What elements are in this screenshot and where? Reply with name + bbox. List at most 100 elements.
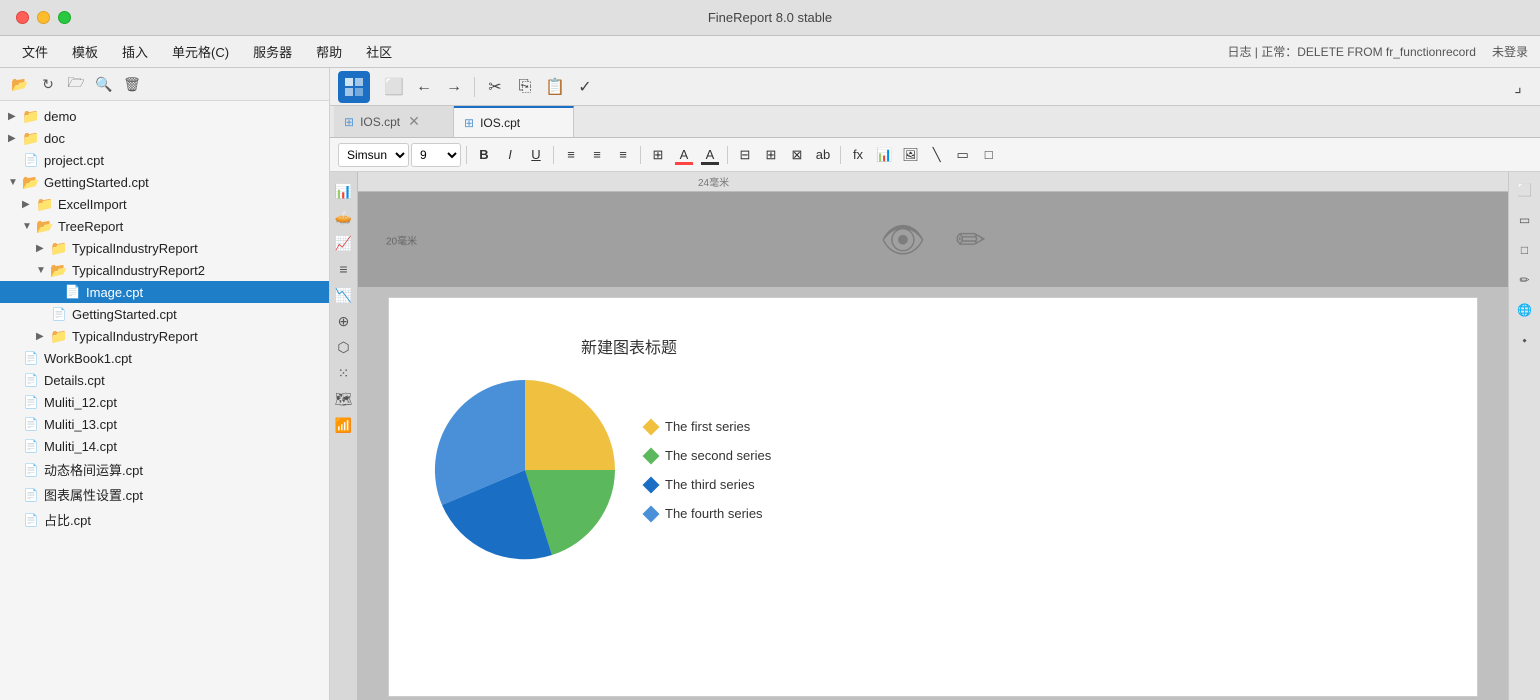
search-button[interactable]: 🔍 [92,72,116,96]
open-folder-button[interactable]: 📂 [8,72,32,96]
tree-item-excelimport[interactable]: ▶ 📁 ExcelImport [0,193,329,215]
border2-button[interactable]: ▭ [951,143,975,167]
align-right-button[interactable]: ≡ [611,143,635,167]
maximize-button[interactable] [58,11,71,24]
underline-button[interactable]: U [524,143,548,167]
back-button[interactable]: ← [410,73,438,101]
forward-button[interactable]: → [440,73,468,101]
map-chart-icon[interactable]: 🗺 [333,388,355,410]
right-panel-btn-4[interactable]: ✏ [1511,266,1539,294]
tab-ios1[interactable]: ⊞ IOS.cpt ✕ [334,106,454,137]
legend-item-second: The second series [645,448,771,463]
font-family-select[interactable]: Simsun [338,143,409,167]
tree-item-typical3[interactable]: ▶ 📁 TypicalIndustryReport [0,325,329,347]
bar-chart-icon[interactable]: 📊 [333,180,355,202]
tree-item-image-cpt[interactable]: 📄 Image.cpt [0,281,329,303]
dot-chart-icon[interactable]: ⁙ [333,362,355,384]
tree-label: Muliti_13.cpt [44,417,117,432]
align-center-button[interactable]: ≡ [585,143,609,167]
app-logo [338,71,370,103]
close-button[interactable] [16,11,29,24]
border-button[interactable]: ⊞ [646,143,670,167]
pie-chart-svg [425,370,625,570]
tree-item-typical2[interactable]: ▼ 📂 TypicalIndustryReport2 [0,259,329,281]
font-size-select[interactable]: 9 [411,143,461,167]
line-chart-icon[interactable]: ≡ [333,258,355,280]
menu-server[interactable]: 服务器 [243,38,302,65]
align-left-button[interactable]: ≡ [559,143,583,167]
cut-button[interactable]: ✂ [481,73,509,101]
format-paint-button[interactable]: ✓ [571,73,599,101]
wrap-button[interactable]: ab [811,143,835,167]
tree-item-muliti14[interactable]: 📄 Muliti_14.cpt [0,435,329,457]
scatter-chart-icon[interactable]: ⊕ [333,310,355,332]
copy-button[interactable]: ⎘ [511,73,539,101]
delete-button[interactable]: 🗑 [120,72,144,96]
tree-item-dynamic[interactable]: 📄 动态格间运算.cpt [0,457,329,482]
menubar-right: 日志 | 正常：DELETE FROM fr_functionrecord 未登… [1227,43,1528,60]
tree-item-muliti13[interactable]: 📄 Muliti_13.cpt [0,413,329,435]
tree-item-details[interactable]: 📄 Details.cpt [0,369,329,391]
corner-button[interactable]: ⌟ [1504,73,1532,101]
menu-help[interactable]: 帮助 [306,38,352,65]
tree-item-demo[interactable]: ▶ 📁 demo [0,105,329,127]
tab-ios2[interactable]: ⊞ IOS.cpt [454,106,574,137]
tree-label: Muliti_12.cpt [44,395,117,410]
minimize-button[interactable] [37,11,50,24]
tab-close-button[interactable]: ✕ [406,113,422,130]
tree-item-chartprop[interactable]: 📄 图表属性设置.cpt [0,482,329,507]
tree-item-doc[interactable]: ▶ 📁 doc [0,127,329,149]
bold-button[interactable]: B [472,143,496,167]
more-chart-icon[interactable]: 📶 [333,414,355,436]
tree-item-muliti12[interactable]: 📄 Muliti_12.cpt [0,391,329,413]
table2-button[interactable]: ⊞ [759,143,783,167]
window-controls[interactable] [16,11,71,24]
fill-color-button[interactable]: A [672,143,696,167]
tree-item-pie[interactable]: 📄 占比.cpt [0,507,329,532]
page-header-area: 👁 ✏ 20毫米 [358,192,1508,287]
right-panel-btn-2[interactable]: ▭ [1511,206,1539,234]
right-panel-btn-5[interactable]: 🌐 [1511,296,1539,324]
tree-item-workbook1[interactable]: 📄 WorkBook1.cpt [0,347,329,369]
canvas-scroll[interactable]: 👁 ✏ 20毫米 新建图表标题 [358,192,1508,700]
line-button[interactable]: ╲ [925,143,949,167]
font-color-button[interactable]: A [698,143,722,167]
pie-chart-icon[interactable]: 🥧 [333,206,355,228]
tree-label: project.cpt [44,153,104,168]
arrow-icon: ▼ [22,221,36,232]
right-panel-btn-6[interactable]: ⬩ [1511,326,1539,354]
menu-template[interactable]: 模板 [62,38,108,65]
italic-button[interactable]: I [498,143,522,167]
tree-item-gettingstarted[interactable]: ▼ 📂 GettingStarted.cpt [0,171,329,193]
tree-item-treereport[interactable]: ▼ 📂 TreeReport [0,215,329,237]
tree-item-project[interactable]: 📄 project.cpt [0,149,329,171]
tree-label: TreeReport [58,219,123,234]
image-button[interactable]: 🖼 [898,143,923,167]
paste-button[interactable]: 📋 [541,73,569,101]
tree-label: ExcelImport [58,197,127,212]
arrow-icon: ▶ [36,331,50,342]
fmt-sep-4 [727,146,728,164]
tabs-bar: ⊞ IOS.cpt ✕ ⊞ IOS.cpt [330,106,1540,138]
tree-item-typical1[interactable]: ▶ 📁 TypicalIndustryReport [0,237,329,259]
new-report-button[interactable]: ⬜ [380,73,408,101]
chart-legend: The first series The second series [645,419,771,521]
radar-chart-icon[interactable]: ⬡ [333,336,355,358]
right-panel-btn-1[interactable]: ⬜ [1511,176,1539,204]
right-panel-btn-3[interactable]: □ [1511,236,1539,264]
merge-button[interactable]: ⊠ [785,143,809,167]
menu-insert[interactable]: 插入 [112,38,158,65]
new-folder-button[interactable]: 🗁 [64,72,88,96]
tab-icon: ⊞ [344,115,354,129]
tree-item-gettingstarted-file[interactable]: 📄 GettingStarted.cpt [0,303,329,325]
chart-button[interactable]: 📊 [872,143,896,167]
menu-community[interactable]: 社区 [356,38,402,65]
column-chart-icon[interactable]: 📈 [333,232,355,254]
refresh-button[interactable]: ↻ [36,72,60,96]
shape-button[interactable]: □ [977,143,1001,167]
menu-cell[interactable]: 单元格(C) [162,38,239,65]
area-chart-icon[interactable]: 📉 [333,284,355,306]
table-button[interactable]: ⊟ [733,143,757,167]
menu-file[interactable]: 文件 [12,38,58,65]
formula-button[interactable]: fx [846,143,870,167]
